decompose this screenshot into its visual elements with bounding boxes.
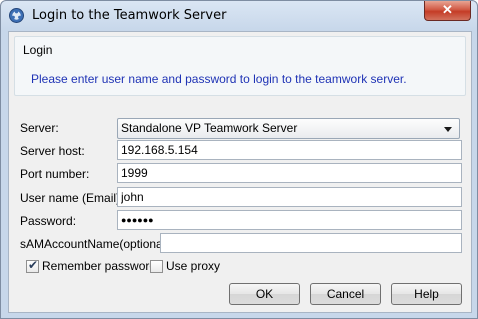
group-title: Login [23,43,53,57]
password-label: Password: [20,214,77,228]
login-instructions: Please enter user name and password to l… [31,72,407,86]
server-host-field[interactable] [117,140,462,160]
dialog-content: Login Please enter user name and passwor… [8,31,472,313]
close-icon: ✕ [442,2,453,17]
ok-button[interactable]: OK [229,283,300,305]
port-number-label: Port number: [20,167,90,181]
remember-password-label[interactable]: Remember password [42,259,156,273]
samaccountname-label: sAMAccountName(optional): [20,237,173,251]
use-proxy-checkbox[interactable] [150,260,163,273]
use-proxy-label[interactable]: Use proxy [166,259,220,273]
password-mask: ●●●●●● [121,215,154,225]
chevron-down-icon [444,127,452,132]
remember-password-checkbox[interactable]: ✔ [26,258,39,273]
help-button[interactable]: Help [391,283,462,305]
title-bar: Login to the Teamwork Server ✕ [1,1,477,31]
samaccountname-field[interactable] [160,233,462,253]
server-host-label: Server host: [20,144,85,158]
teamwork-app-icon [9,8,24,23]
close-button[interactable]: ✕ [424,1,471,21]
username-label: User name (Email): [20,191,124,205]
login-dialog: Login to the Teamwork Server ✕ Login Ple… [0,0,478,319]
server-select[interactable]: Standalone VP Teamwork Server [117,118,460,139]
password-field[interactable]: ●●●●●● [117,210,462,230]
server-label: Server: [20,121,59,135]
checkmark-icon: ✔ [28,258,39,272]
cancel-button[interactable]: Cancel [310,283,381,305]
window-title: Login to the Teamwork Server [32,8,227,23]
port-number-field[interactable] [117,163,462,183]
username-field[interactable] [117,187,462,207]
server-select-value: Standalone VP Teamwork Server [121,121,298,135]
login-group: Login Please enter user name and passwor… [14,36,466,96]
